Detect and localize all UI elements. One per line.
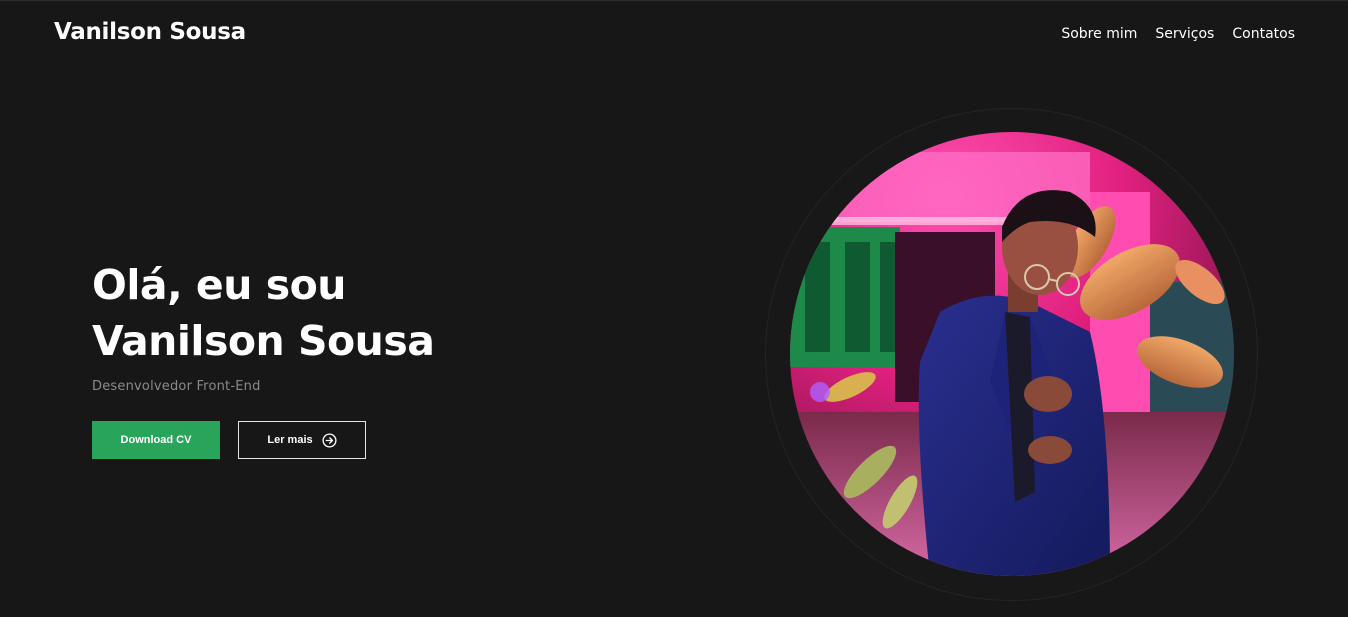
hero-title-line-2: Vanilson Sousa bbox=[92, 317, 435, 365]
read-more-label: Ler mais bbox=[267, 434, 313, 446]
navbar: Vanilson Sousa Sobre mim Serviços Contat… bbox=[0, 1, 1348, 67]
hero-buttons: Download CV Ler mais bbox=[92, 421, 366, 459]
download-cv-button[interactable]: Download CV bbox=[92, 421, 220, 459]
arrow-right-circle-icon bbox=[322, 432, 337, 448]
nav-link-contatos[interactable]: Contatos bbox=[1232, 26, 1295, 42]
profile-photo bbox=[790, 132, 1234, 576]
download-cv-label: Download CV bbox=[120, 434, 192, 446]
nav-link-servicos[interactable]: Serviços bbox=[1155, 26, 1214, 42]
hero-subtitle: Desenvolvedor Front-End bbox=[92, 379, 261, 394]
hero-title: Olá, eu sou Vanilson Sousa bbox=[92, 257, 435, 369]
read-more-button[interactable]: Ler mais bbox=[238, 421, 366, 459]
hero-title-line-1: Olá, eu sou bbox=[92, 261, 346, 309]
nav-link-sobre-mim[interactable]: Sobre mim bbox=[1061, 26, 1137, 42]
brand-logo[interactable]: Vanilson Sousa bbox=[54, 19, 246, 45]
hero-text: Olá, eu sou Vanilson Sousa Desenvolvedor… bbox=[92, 257, 435, 394]
nav-links: Sobre mim Serviços Contatos bbox=[1061, 26, 1295, 42]
